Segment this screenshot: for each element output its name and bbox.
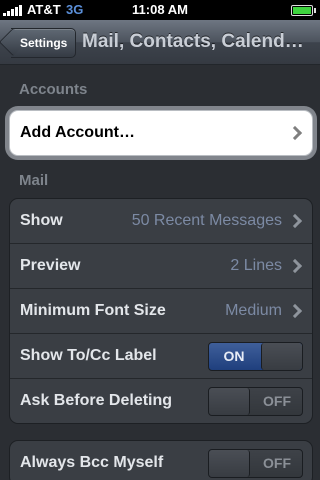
- row-label: Preview: [20, 257, 81, 274]
- toggle-state-text: OFF: [263, 455, 291, 471]
- minimum-font-size-row[interactable]: Minimum Font Size Medium: [10, 289, 312, 334]
- chevron-right-icon: [287, 303, 303, 319]
- mail-group: Show 50 Recent Messages Preview 2 Lines …: [9, 198, 313, 424]
- accounts-group: Add Account…: [9, 110, 313, 156]
- show-to-cc-toggle[interactable]: ON: [208, 342, 303, 371]
- row-value: 2 Lines: [230, 257, 282, 274]
- mail-section-header: Mail: [19, 172, 49, 189]
- toggle-state-text: OFF: [263, 393, 291, 409]
- row-label: Ask Before Deleting: [20, 392, 173, 409]
- row-value: 50 Recent Messages: [131, 212, 282, 229]
- toggle-knob[interactable]: [261, 343, 302, 370]
- bcc-group: Always Bcc Myself OFF: [9, 440, 313, 480]
- settings-table[interactable]: Accounts Add Account… Mail Show 50 Recen…: [0, 65, 320, 480]
- add-account-row[interactable]: Add Account…: [10, 111, 312, 155]
- chevron-right-icon: [287, 125, 303, 141]
- ask-before-deleting-toggle[interactable]: OFF: [208, 387, 303, 416]
- toggle-knob[interactable]: [209, 388, 250, 415]
- settings-back-button[interactable]: Settings: [0, 27, 77, 58]
- battery-icon: [291, 5, 316, 16]
- toggle-state-text: ON: [223, 348, 245, 364]
- chevron-right-icon: [287, 258, 303, 274]
- row-label: Always Bcc Myself: [20, 454, 164, 471]
- show-messages-row[interactable]: Show 50 Recent Messages: [10, 199, 312, 244]
- toggle-knob[interactable]: [209, 450, 250, 477]
- show-to-cc-label-row: Show To/Cc Label ON: [10, 334, 312, 379]
- always-bcc-toggle[interactable]: OFF: [208, 449, 303, 478]
- preview-row[interactable]: Preview 2 Lines: [10, 244, 312, 289]
- chevron-right-icon: [287, 213, 303, 229]
- ask-before-deleting-row: Ask Before Deleting OFF: [10, 379, 312, 423]
- row-label: Show To/Cc Label: [20, 347, 157, 364]
- accounts-section-header: Accounts: [19, 81, 88, 98]
- row-value: Medium: [225, 302, 282, 319]
- page-title: Mail, Contacts, Calend…: [82, 31, 304, 52]
- back-button-label: Settings: [20, 36, 68, 50]
- row-label: Minimum Font Size: [20, 302, 166, 319]
- status-bar: AT&T 3G 11:08 AM: [0, 0, 320, 20]
- navigation-bar: Settings Mail, Contacts, Calend…: [0, 20, 320, 65]
- clock: 11:08 AM: [132, 2, 188, 17]
- row-label: Show: [20, 212, 63, 229]
- add-account-label: Add Account…: [20, 124, 135, 141]
- always-bcc-myself-row: Always Bcc Myself OFF: [10, 441, 312, 480]
